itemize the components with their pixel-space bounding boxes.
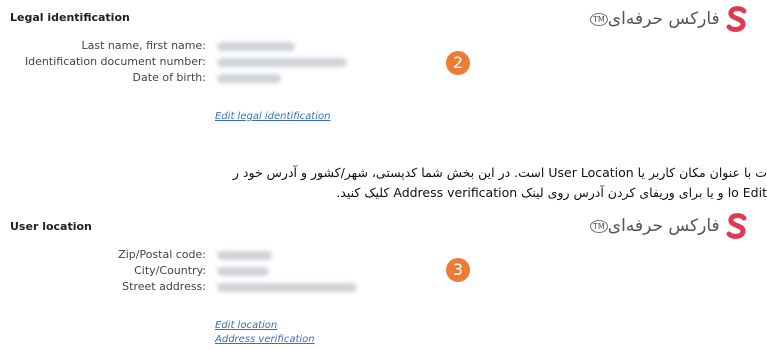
step-badge-3: 3 bbox=[446, 258, 470, 282]
name-label: Last name, first name: bbox=[81, 39, 207, 52]
trademark-icon: TM bbox=[590, 219, 608, 233]
description-line-2: lo Edit و یا برای وریفای کردن آدرس روی ل… bbox=[336, 185, 767, 200]
id-number-value-blurred bbox=[217, 58, 347, 67]
name-value-blurred bbox=[217, 42, 295, 51]
brand-logo-text: فارکس حرفه‌ای bbox=[607, 216, 720, 236]
dob-label: Date of birth: bbox=[132, 71, 206, 84]
description-line-1: ت با عنوان مکان کاربر یا User Location ا… bbox=[232, 165, 767, 180]
legal-section-title: Legal identification bbox=[10, 11, 130, 24]
brand-logo-2: فارکس حرفه‌ای TM bbox=[590, 213, 748, 239]
brand-s-icon bbox=[726, 6, 747, 32]
dob-value-blurred bbox=[217, 74, 281, 83]
id-number-label: Identification document number: bbox=[24, 55, 206, 68]
location-section-title: User location bbox=[10, 220, 92, 233]
city-country-label: City/Country: bbox=[134, 264, 206, 277]
street-address-label: Street address: bbox=[122, 280, 206, 293]
zip-value-blurred bbox=[217, 251, 272, 260]
brand-logo-text: فارکس حرفه‌ای bbox=[607, 9, 720, 29]
address-verification-link[interactable]: Address verification bbox=[215, 334, 315, 345]
step-badge-2: 2 bbox=[446, 51, 470, 75]
street-address-value-blurred bbox=[217, 283, 357, 292]
city-country-value-blurred bbox=[217, 267, 269, 276]
edit-location-link[interactable]: Edit location bbox=[215, 320, 277, 331]
trademark-icon: TM bbox=[590, 12, 608, 26]
brand-s-icon bbox=[726, 213, 747, 239]
brand-logo: فارکس حرفه‌ای TM bbox=[590, 6, 748, 32]
zip-label: Zip/Postal code: bbox=[118, 248, 206, 261]
edit-legal-identification-link[interactable]: Edit legal identification bbox=[215, 111, 330, 122]
